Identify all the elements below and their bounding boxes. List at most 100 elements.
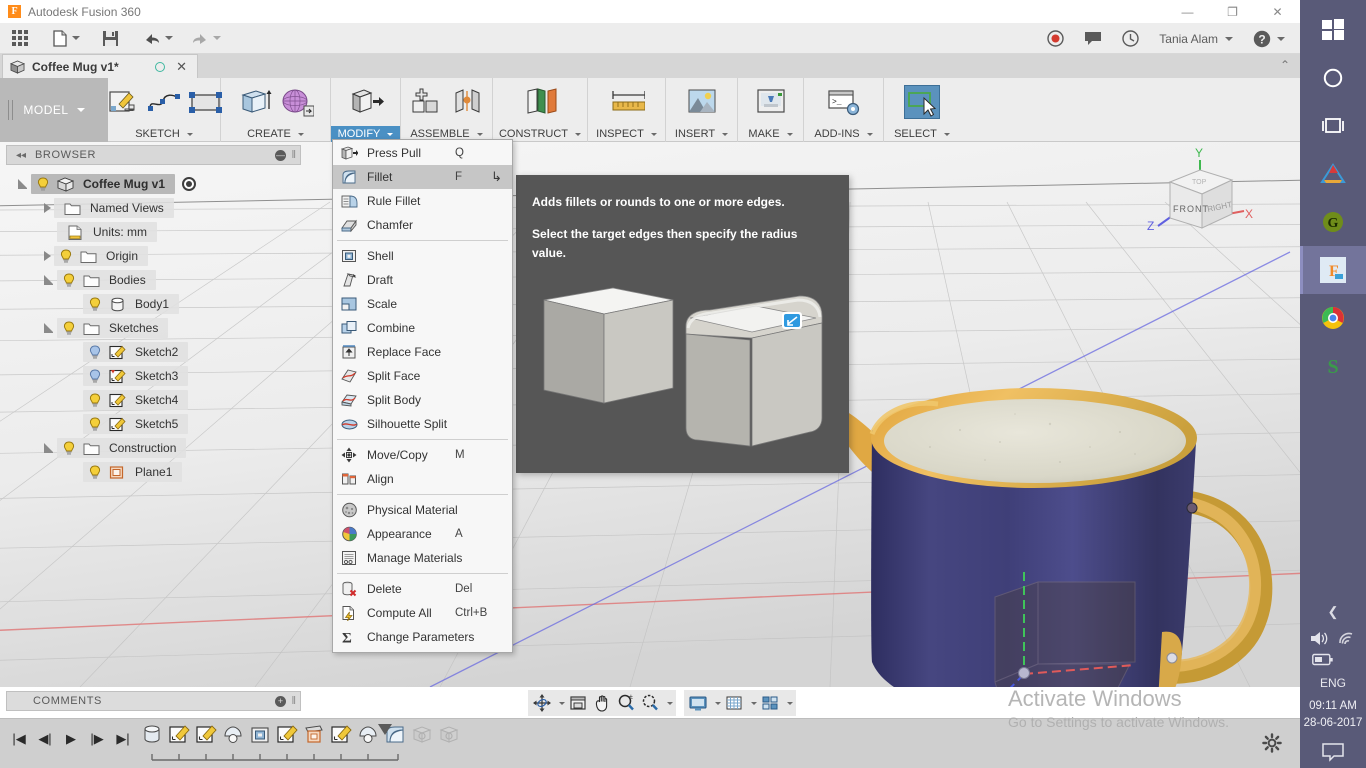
browser-node-content[interactable]: Body1 — [83, 294, 180, 314]
insert-image-icon[interactable] — [684, 85, 720, 119]
visibility-bulb-icon[interactable] — [88, 392, 104, 408]
expand-triangle-open-icon[interactable] — [44, 323, 54, 333]
add-comment-icon[interactable]: + — [275, 695, 286, 707]
grammarly-icon[interactable]: G — [1300, 198, 1366, 246]
language-indicator[interactable]: ENG — [1300, 676, 1366, 690]
grid-snaps-icon[interactable] — [722, 691, 746, 715]
restore-button[interactable]: ❐ — [1210, 0, 1255, 23]
tray-time[interactable]: 09:11 AM — [1300, 698, 1366, 715]
display-settings-caret-icon[interactable] — [710, 691, 722, 715]
browser-node-sketches[interactable]: Sketches — [6, 316, 306, 340]
create-caret-icon[interactable] — [297, 132, 304, 136]
comments-resize-handle[interactable]: ‖ — [291, 695, 296, 707]
menu-item-split-body[interactable]: Split Body — [333, 388, 512, 412]
visibility-bulb-icon[interactable] — [88, 344, 104, 360]
modify-dropdown-menu[interactable]: Press Pull Q Fillet F ↳ Rule Fillet Chamfer She… — [332, 139, 513, 653]
timeline-settings-icon[interactable] — [1262, 733, 1282, 753]
browser-node-content[interactable]: Construction — [57, 438, 187, 458]
ribbon-group-select-label[interactable]: SELECT — [884, 126, 960, 142]
menu-item-rule-fillet[interactable]: Rule Fillet — [333, 189, 512, 213]
menu-item-draft[interactable]: Draft — [333, 268, 512, 292]
browser-node-body1[interactable]: Body1 — [6, 292, 306, 316]
ribbon-group-make-label[interactable]: MAKE — [738, 126, 803, 142]
new-component-icon[interactable] — [408, 85, 444, 119]
sketch-feature-4[interactable] — [329, 723, 353, 747]
record-icon[interactable] — [1038, 23, 1073, 54]
go-to-end-icon[interactable]: ▶| — [112, 728, 134, 750]
timeline-playback-controls[interactable]: |◀ ◀| ▶ |▶ ▶| — [8, 728, 134, 750]
plane-feature[interactable] — [302, 723, 326, 747]
3d-print-icon[interactable] — [753, 85, 789, 119]
select-caret-icon[interactable] — [943, 132, 950, 136]
orbit-icon[interactable] — [530, 691, 554, 715]
menu-item-change-parameters[interactable]: Σ Change Parameters — [333, 625, 512, 649]
visibility-bulb-icon[interactable] — [88, 296, 104, 312]
document-close-icon[interactable]: ✕ — [176, 59, 187, 75]
browser-node-sketch4[interactable]: Sketch4 — [6, 388, 306, 412]
visibility-bulb-icon[interactable] — [88, 464, 104, 480]
expand-triangle-closed-icon[interactable] — [44, 203, 51, 213]
go-to-beginning-icon[interactable]: |◀ — [8, 728, 30, 750]
inspect-caret-icon[interactable] — [650, 132, 657, 136]
timeline-marker-icon[interactable] — [377, 724, 393, 738]
display-settings-icon[interactable] — [686, 691, 710, 715]
visibility-bulb-icon[interactable] — [62, 440, 78, 456]
autodesk-icon[interactable] — [1300, 150, 1366, 198]
timeline-track[interactable] — [150, 753, 440, 765]
select-tool-icon[interactable] — [904, 85, 940, 119]
menu-item-fillet[interactable]: Fillet F ↳ — [333, 165, 512, 189]
menu-item-shell[interactable]: Shell — [333, 244, 512, 268]
ribbon-group-inspect[interactable]: INSPECT — [588, 78, 666, 142]
modify-caret-icon[interactable] — [387, 132, 394, 136]
wifi-icon[interactable] — [1337, 630, 1356, 647]
pan-hand-icon[interactable] — [590, 691, 614, 715]
browser-node-sketch5[interactable]: Sketch5 — [6, 412, 306, 436]
sketch-spline-icon[interactable] — [146, 85, 182, 119]
history-icon[interactable] — [1113, 23, 1148, 54]
browser-node-sketch2[interactable]: Sketch2 — [6, 340, 306, 364]
document-tab[interactable]: Coffee Mug v1* ✕ — [2, 54, 198, 78]
grid-snaps-caret-icon[interactable] — [746, 691, 758, 715]
ribbon-group-sketch[interactable]: SKETCH — [108, 78, 222, 142]
expand-triangle-open-icon[interactable] — [44, 275, 54, 285]
view-cube[interactable]: Y X Z FRONT RIGHT TOP — [1140, 142, 1260, 252]
browser-tree[interactable]: Coffee Mug v1 Named Views Units: mm Origin B… — [6, 172, 306, 484]
browser-node-content[interactable]: Plane1 — [83, 462, 183, 482]
visibility-bulb-icon[interactable] — [59, 248, 75, 264]
viewports-caret-icon[interactable] — [782, 691, 794, 715]
browser-minimize-icon[interactable]: — — [275, 149, 286, 161]
browser-node-content[interactable]: Sketch2 — [83, 342, 189, 362]
menu-item-compute-all[interactable]: Compute All Ctrl+B — [333, 601, 512, 625]
ribbon-group-create[interactable]: CREATE — [221, 78, 331, 142]
measure-icon[interactable] — [609, 85, 645, 119]
visibility-bulb-icon[interactable] — [62, 320, 78, 336]
browser-node-content[interactable]: Coffee Mug v1 — [31, 174, 176, 194]
workspace-selector[interactable]: MODEL — [0, 78, 108, 142]
minimize-button[interactable]: — — [1165, 0, 1210, 23]
revolve-feature-1[interactable] — [221, 723, 245, 747]
battery-icon[interactable] — [1312, 653, 1334, 666]
sketch-feature-3[interactable] — [275, 723, 299, 747]
browser-node-bodies[interactable]: Bodies — [6, 268, 306, 292]
browser-node-content[interactable]: Origin — [54, 246, 149, 266]
browser-node-content[interactable]: Sketches — [57, 318, 169, 338]
browser-node-named-views[interactable]: Named Views — [6, 196, 306, 220]
assemble-caret-icon[interactable] — [476, 132, 483, 136]
extrude-icon[interactable] — [237, 85, 273, 119]
press-pull-ribbon-icon[interactable] — [348, 85, 384, 119]
redo-caret-icon[interactable] — [213, 36, 221, 40]
sketch-feature-1[interactable] — [167, 723, 191, 747]
help-button[interactable]: ? — [1244, 23, 1294, 54]
browser-resize-handle[interactable]: ‖ — [291, 149, 296, 161]
skype-icon[interactable]: S — [1300, 342, 1366, 390]
step-back-icon[interactable]: ◀| — [34, 728, 56, 750]
play-icon[interactable]: ▶ — [60, 728, 82, 750]
redo-icon[interactable] — [185, 23, 227, 54]
construct-caret-icon[interactable] — [575, 132, 582, 136]
browser-node-content[interactable]: Sketch3 — [83, 366, 189, 386]
zoom-icon[interactable]: ± — [614, 691, 638, 715]
save-icon[interactable] — [96, 23, 125, 54]
fusion360-icon[interactable]: F — [1300, 246, 1366, 294]
tray-date[interactable]: 28-06-2017 — [1300, 715, 1366, 732]
zoom-window-caret-icon[interactable] — [662, 691, 674, 715]
